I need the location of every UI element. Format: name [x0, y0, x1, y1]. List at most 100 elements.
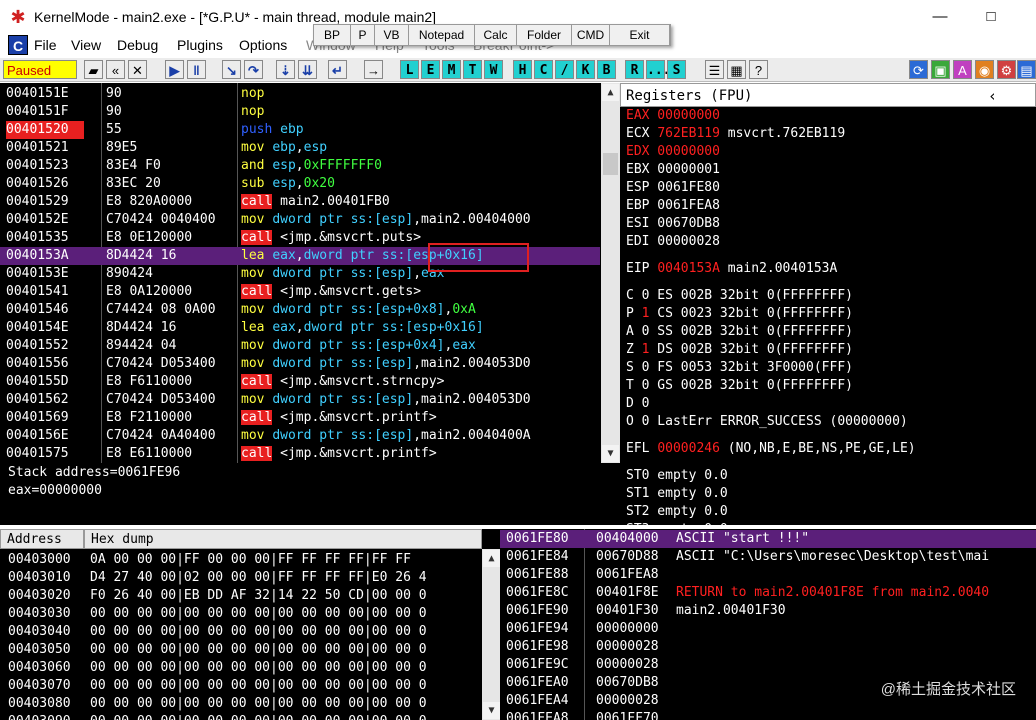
- fpu-st1[interactable]: ST1 empty 0.0: [626, 485, 728, 503]
- reg-ecx[interactable]: ECX 762EB119 msvcrt.762EB119: [626, 125, 845, 143]
- stack-row[interactable]: 0061FE90 00401F30 main2.00401F30: [500, 602, 1036, 620]
- fpu-st3[interactable]: ST3 empty 0.0: [626, 521, 728, 525]
- disassembly-row[interactable]: 0040154E 8D4424 16 lea eax,dword ptr ss:[e…: [0, 319, 600, 337]
- scroll-down-icon[interactable]: ▼: [602, 445, 619, 462]
- threads-button[interactable]: T: [463, 60, 482, 79]
- breakpoints-button[interactable]: B: [597, 60, 616, 79]
- open-folder-icon[interactable]: ▰: [84, 60, 103, 79]
- reg-ebx[interactable]: EBX 00000001: [626, 161, 720, 179]
- flag-line[interactable]: A 0 SS 002B 32bit 0(FFFFFFFF): [626, 323, 853, 341]
- flag-line[interactable]: D 0: [626, 395, 649, 413]
- execute-till-return-icon[interactable]: ↵: [328, 60, 347, 79]
- disassembly-row[interactable]: 00401526 83EC 20 sub esp,0x20: [0, 175, 600, 193]
- disassembly-row[interactable]: 00401546 C74424 08 0A00 mov dword ptr ss:[…: [0, 301, 600, 319]
- stack-row[interactable]: 0061FE88 0061FEA8: [500, 566, 1036, 584]
- disassembly-row[interactable]: 0040151E 90 nop: [0, 85, 600, 103]
- cpu-window-icon[interactable]: C: [8, 35, 28, 55]
- disassembly-row[interactable]: 0040156E C70424 0A40400 mov dword ptr ss:[…: [0, 427, 600, 445]
- menu-plugins[interactable]: Plugins: [177, 37, 223, 53]
- disassembly-row[interactable]: 0040155D E8 F6110000 call <jmp.&msvcrt.str…: [0, 373, 600, 391]
- trace-into-icon[interactable]: ⇣: [276, 60, 295, 79]
- reg-esp[interactable]: ESP 0061FE80: [626, 179, 720, 197]
- stack-row[interactable]: 0061FE8C 00401F8E RETURN to main2.00401F8E…: [500, 584, 1036, 602]
- flag-line[interactable]: T 0 GS 002B 32bit 0(FFFFFFFF): [626, 377, 853, 395]
- disassembly-row[interactable]: 00401520 55 push ebp: [0, 121, 600, 139]
- log-window-button[interactable]: L: [400, 60, 419, 79]
- go-to-icon[interactable]: →: [364, 60, 383, 79]
- cpu-button[interactable]: C: [534, 60, 553, 79]
- chevron-left-icon[interactable]: ‹: [988, 84, 997, 108]
- windows-button[interactable]: W: [484, 60, 503, 79]
- references-button[interactable]: R: [625, 60, 644, 79]
- call-stack-button[interactable]: K: [576, 60, 595, 79]
- scroll-up-icon[interactable]: ▲: [602, 84, 619, 101]
- trace-over-icon[interactable]: ⇊: [298, 60, 317, 79]
- registers-header[interactable]: Registers (FPU) ‹: [620, 83, 1036, 107]
- disassembly-scrollbar[interactable]: ▲ ▼: [601, 83, 620, 463]
- flag-line[interactable]: P 1 CS 0023 32bit 0(FFFFFFFF): [626, 305, 853, 323]
- run-trace-button[interactable]: ...: [646, 60, 670, 79]
- disassembly-row[interactable]: 0040151F 90 nop: [0, 103, 600, 121]
- reg-edi[interactable]: EDI 00000028: [626, 233, 720, 251]
- bp-button[interactable]: BP: [314, 25, 351, 45]
- notepad-button[interactable]: Notepad: [409, 25, 475, 45]
- step-into-icon[interactable]: ↘: [222, 60, 241, 79]
- plugin-icon[interactable]: ▣: [931, 60, 950, 79]
- menu-debug[interactable]: Debug: [117, 37, 158, 53]
- disassembly-row[interactable]: 00401523 83E4 F0 and esp,0xFFFFFFF0: [0, 157, 600, 175]
- reg-efl[interactable]: EFL 00000246 (NO,NB,E,BE,NS,PE,GE,LE): [626, 440, 916, 458]
- disassembly-row[interactable]: 00401569 E8 F2110000 call <jmp.&msvcrt.pri…: [0, 409, 600, 427]
- flag-line[interactable]: C 0 ES 002B 32bit 0(FFFFFFFF): [626, 287, 853, 305]
- scroll-down-icon[interactable]: ▼: [483, 702, 500, 719]
- stack-row[interactable]: 0061FEA8 0061FF70: [500, 710, 1036, 720]
- help-icon[interactable]: ?: [749, 60, 768, 79]
- dump-address-header[interactable]: Address: [0, 529, 84, 549]
- stack-row[interactable]: 0061FE9C 00000028: [500, 656, 1036, 674]
- executable-modules-button[interactable]: E: [421, 60, 440, 79]
- disassembly-row[interactable]: 00401521 89E5 mov ebp,esp: [0, 139, 600, 157]
- scroll-thumb[interactable]: [603, 153, 618, 175]
- folder-button[interactable]: Folder: [517, 25, 572, 45]
- vb-button[interactable]: VB: [375, 25, 409, 45]
- cmd-button[interactable]: CMD: [572, 25, 610, 45]
- menu-file[interactable]: File: [34, 37, 57, 53]
- disassembly-row[interactable]: 0040152E C70424 0040400 mov dword ptr ss:[…: [0, 211, 600, 229]
- refresh-icon[interactable]: ⟳: [909, 60, 928, 79]
- p-button[interactable]: P: [351, 25, 375, 45]
- reg-esi[interactable]: ESI 00670DB8: [626, 215, 720, 233]
- grid-icon[interactable]: ▦: [727, 60, 746, 79]
- fpu-st0[interactable]: ST0 empty 0.0: [626, 467, 728, 485]
- minimize-button[interactable]: —: [925, 6, 955, 28]
- menu-options[interactable]: Options: [239, 37, 287, 53]
- restart-icon[interactable]: «: [106, 60, 125, 79]
- disassembly-row[interactable]: 00401552 894424 04 mov dword ptr ss:[esp+0…: [0, 337, 600, 355]
- windows-list-icon[interactable]: ▤: [1017, 60, 1036, 79]
- handles-button[interactable]: H: [513, 60, 532, 79]
- target-icon[interactable]: ◉: [975, 60, 994, 79]
- run-icon[interactable]: ▶: [165, 60, 184, 79]
- reg-edx[interactable]: EDX 00000000: [626, 143, 720, 161]
- menu-view[interactable]: View: [71, 37, 101, 53]
- disassembly-pane[interactable]: 0040151E 90 nop 0040151F 90 nop 00401520 55 push…: [0, 83, 620, 463]
- list-icon[interactable]: ☰: [705, 60, 724, 79]
- stack-row[interactable]: 0061FE94 00000000: [500, 620, 1036, 638]
- settings-icon[interactable]: ⚙: [997, 60, 1016, 79]
- reg-eax[interactable]: EAX 00000000: [626, 107, 720, 125]
- a-plugin-icon[interactable]: A: [953, 60, 972, 79]
- hex-dump-pane[interactable]: Address Hex dump 00403000 0A 00 00 00|FF …: [0, 529, 500, 720]
- reg-eip[interactable]: EIP 0040153A main2.0040153A: [626, 260, 837, 278]
- source-button[interactable]: S: [667, 60, 686, 79]
- reg-ebp[interactable]: EBP 0061FEA8: [626, 197, 720, 215]
- stack-row[interactable]: 0061FE80 00404000 ASCII "start !!!": [500, 530, 1036, 548]
- memory-map-button[interactable]: M: [442, 60, 461, 79]
- patches-button[interactable]: /: [555, 60, 574, 79]
- close-icon[interactable]: ✕: [128, 60, 147, 79]
- stack-row[interactable]: 0061FE84 00670D88 ASCII "C:\Users\moresec\…: [500, 548, 1036, 566]
- fpu-st2[interactable]: ST2 empty 0.0: [626, 503, 728, 521]
- scroll-up-icon[interactable]: ▲: [483, 550, 500, 567]
- dump-scrollbar[interactable]: ▲ ▼: [482, 549, 500, 720]
- registers-pane[interactable]: Registers (FPU) ‹ EAX 00000000 ECX 762EB…: [620, 83, 1036, 525]
- maximize-button[interactable]: □: [976, 6, 1006, 28]
- dump-hex-header[interactable]: Hex dump: [84, 529, 482, 549]
- step-over-icon[interactable]: ↷: [244, 60, 263, 79]
